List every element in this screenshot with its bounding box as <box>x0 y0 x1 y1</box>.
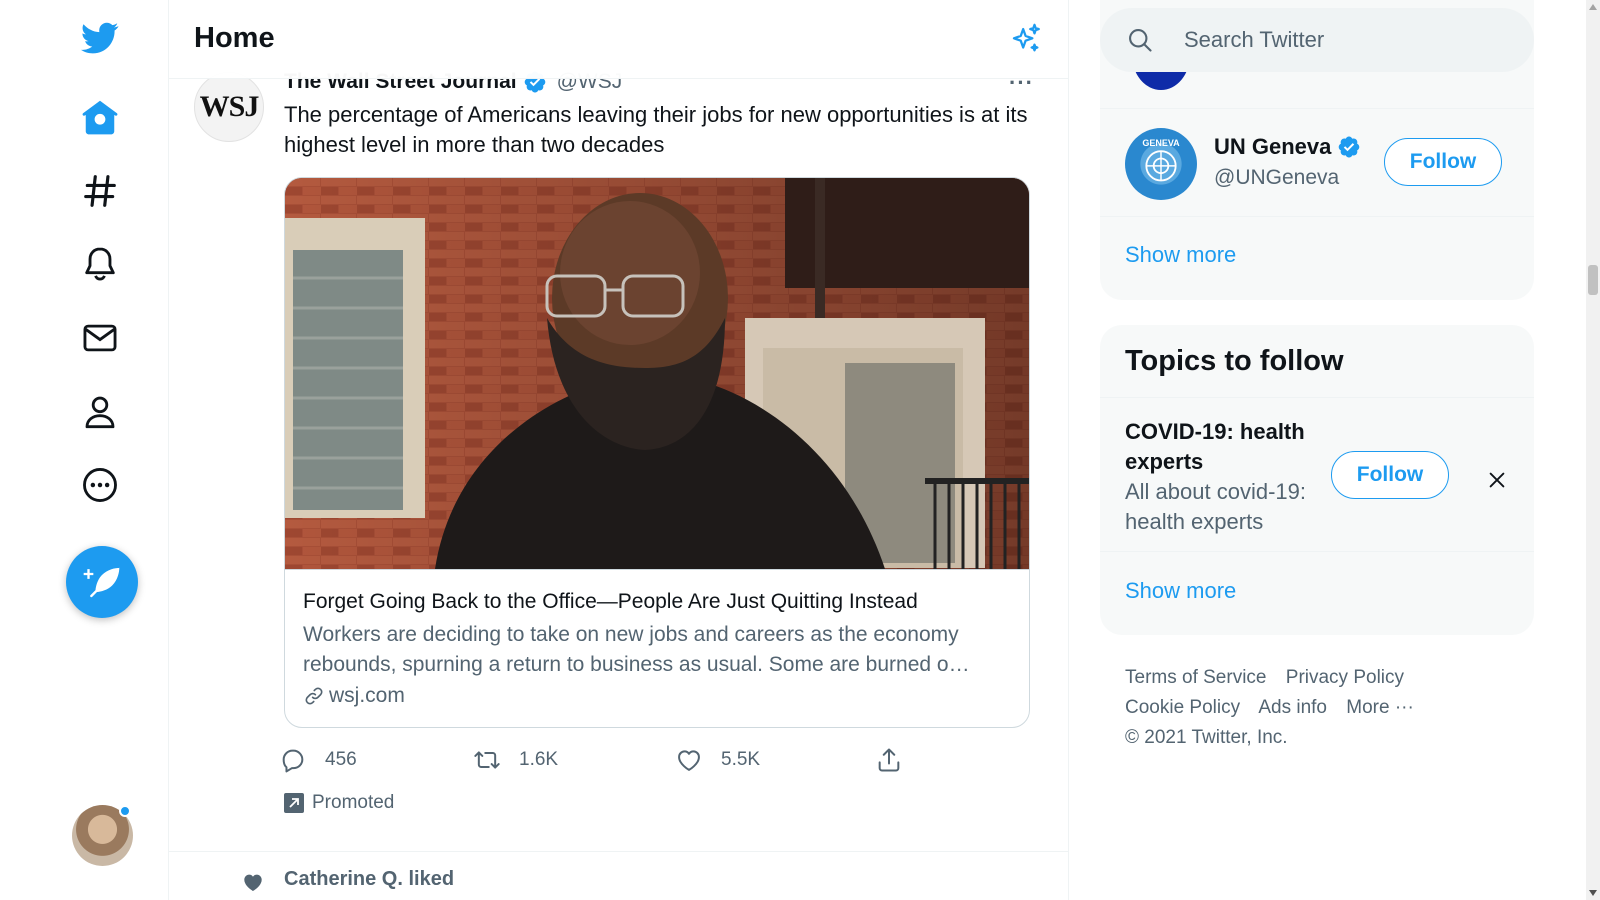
scrollbar-thumb[interactable] <box>1588 265 1598 295</box>
reply-button[interactable]: 456 <box>279 742 357 778</box>
search-icon <box>1129 29 1152 52</box>
twitter-bird-icon <box>81 22 119 54</box>
nav-home[interactable] <box>67 84 133 150</box>
card-image[interactable] <box>285 178 1029 569</box>
sidebar-footer: Terms of Service Privacy Policy Cookie P… <box>1125 663 1525 753</box>
topics-panel: Topics to follow COVID-19: health expert… <box>1100 325 1534 635</box>
card-domain: wsj.com <box>303 684 405 708</box>
retweet-icon <box>474 751 500 769</box>
account-name: UN Geneva <box>1214 134 1332 159</box>
footer-link-more[interactable]: More ··· <box>1346 697 1414 718</box>
page-title: Home <box>194 22 275 54</box>
promoted-arrow-icon <box>284 793 304 813</box>
person-icon <box>85 396 115 429</box>
sidebar: GENEVA UN Geneva @UNGeneva Follow Show m… <box>1069 0 1539 900</box>
card-domain-text: wsj.com <box>329 684 405 707</box>
link-icon <box>305 687 323 705</box>
nav-explore[interactable] <box>67 158 133 224</box>
tweet[interactable]: WSJ The Wall Street Journal @WSJ ··· The… <box>169 70 1068 852</box>
reply-count: 456 <box>325 749 357 770</box>
search-input[interactable] <box>1184 24 1504 56</box>
close-icon <box>1489 472 1505 488</box>
avatar-text: GENEVA <box>1142 138 1180 148</box>
link-card[interactable]: Forget Going Back to the Office—People A… <box>284 177 1030 728</box>
divider <box>1100 216 1534 217</box>
who-to-follow-name[interactable]: UN Geneva <box>1214 134 1361 160</box>
tweet-actions: 456 1.6K 5.5K <box>279 742 1039 778</box>
mail-icon <box>83 324 117 352</box>
left-nav <box>0 0 169 900</box>
app: Home WSJ The Wall Street Journal @WSJ ··… <box>0 0 1600 900</box>
footer-link-terms[interactable]: Terms of Service <box>1125 667 1266 688</box>
topic-follow-button[interactable]: Follow <box>1331 451 1449 499</box>
divider <box>1100 108 1534 109</box>
nav-profile[interactable] <box>67 379 133 445</box>
tweet-text: The percentage of Americans leaving thei… <box>284 102 1028 157</box>
who-to-follow-avatar[interactable]: GENEVA <box>1125 128 1197 200</box>
promoted-text: Promoted <box>312 792 395 813</box>
liked-by-text[interactable]: Catherine Q. liked <box>284 868 454 891</box>
verified-badge-icon <box>1339 136 1360 158</box>
like-count: 5.5K <box>721 749 761 770</box>
more-circle-icon <box>83 468 117 502</box>
footer-link-cookies[interactable]: Cookie Policy <box>1125 697 1240 718</box>
timeline-header: Home <box>169 0 1068 79</box>
hashtag-icon <box>84 175 116 207</box>
retweet-button[interactable]: 1.6K <box>473 742 558 778</box>
who-to-follow-show-more[interactable]: Show more <box>1125 242 1236 268</box>
footer-link-privacy[interactable]: Privacy Policy <box>1286 667 1404 688</box>
topic-description: All about covid-19: health experts <box>1125 479 1306 534</box>
tweet-author-avatar[interactable]: WSJ <box>194 72 264 142</box>
share-button[interactable] <box>875 742 903 778</box>
footer-link-ads[interactable]: Ads info <box>1258 697 1327 718</box>
account-avatar[interactable] <box>72 805 133 866</box>
topics-show-more[interactable]: Show more <box>1125 578 1236 604</box>
scroll-down-arrow-icon[interactable] <box>1589 890 1597 896</box>
page-scrollbar[interactable] <box>1586 0 1600 900</box>
card-title: Forget Going Back to the Office—People A… <box>303 590 918 613</box>
twitter-logo-button[interactable] <box>67 5 133 71</box>
share-icon <box>878 748 900 772</box>
nav-messages[interactable] <box>67 305 133 371</box>
footer-row: Cookie Policy Ads info More ··· <box>1125 693 1525 723</box>
search-bar[interactable] <box>1100 8 1534 72</box>
footer-copyright: © 2021 Twitter, Inc. <box>1125 727 1288 748</box>
who-to-follow-handle: @UNGeneva <box>1214 166 1340 189</box>
un-emblem-icon <box>1145 150 1177 182</box>
topic-name[interactable]: COVID-19: health experts <box>1125 417 1335 477</box>
timeline: Home WSJ The Wall Street Journal @WSJ ··… <box>169 0 1069 900</box>
heart-icon <box>678 750 700 771</box>
notification-dot <box>119 805 131 817</box>
social-context[interactable]: Catherine Q. liked <box>169 852 1068 900</box>
home-icon <box>82 100 118 135</box>
promoted-label: Promoted <box>284 792 394 814</box>
nav-more[interactable] <box>67 452 133 518</box>
retweet-count: 1.6K <box>519 749 559 770</box>
sparkle-icon <box>1012 23 1040 52</box>
card-photo <box>285 178 1029 569</box>
divider <box>1100 397 1534 398</box>
liked-heart-icon <box>244 874 262 891</box>
like-button[interactable]: 5.5K <box>675 742 760 778</box>
topics-title: Topics to follow <box>1125 345 1344 377</box>
compose-tweet-button[interactable] <box>66 546 138 618</box>
avatar-logo-text: WSJ <box>199 90 260 123</box>
footer-row: Terms of Service Privacy Policy <box>1125 663 1525 693</box>
divider <box>1100 551 1534 552</box>
card-description: Workers are deciding to take on new jobs… <box>303 623 970 676</box>
topic-dismiss-button[interactable] <box>1482 465 1512 495</box>
card-body[interactable]: Forget Going Back to the Office—People A… <box>285 569 1029 727</box>
nav-notifications[interactable] <box>67 231 133 297</box>
follow-button[interactable]: Follow <box>1384 138 1502 186</box>
compose-feather-icon <box>83 567 120 598</box>
bell-icon <box>85 247 115 281</box>
reply-icon <box>282 749 304 773</box>
top-tweets-button[interactable] <box>1005 18 1047 60</box>
scroll-up-arrow-icon[interactable] <box>1589 4 1597 10</box>
